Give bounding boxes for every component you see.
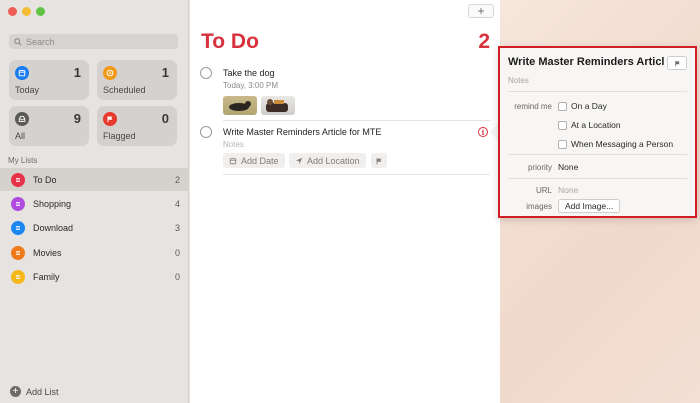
images-label: images [526,202,552,211]
flag-icon [376,157,382,164]
on-a-day-checkbox[interactable]: On a Day [558,101,607,111]
page-title: To Do [201,30,259,53]
zoom-window-button[interactable] [36,7,45,16]
tray-icon [15,112,29,126]
option-label: At a Location [571,120,621,130]
list-name: Shopping [33,198,72,209]
reminder-due-date: Today, 3:00 PM [223,81,278,90]
sidebar: Search 1 Today 1 Scheduled 9 All 0 Flagg… [0,0,189,403]
add-date-label: Add Date [241,155,279,166]
calendar-icon [229,157,237,164]
smart-list-flagged[interactable]: 0 Flagged [97,106,177,146]
list-item-movies[interactable]: Movies 0 [0,241,188,264]
flagged-count: 0 [161,111,169,126]
plus-icon: + [10,386,21,397]
window-controls [8,7,45,16]
reminder-title[interactable]: Take the dog [223,68,275,78]
remind-me-label: remind me [514,102,552,111]
plus-icon: + [477,4,485,18]
my-lists-heading: My Lists [8,156,38,165]
add-date-button[interactable]: Add Date [223,153,285,168]
clock-icon [103,66,117,80]
add-location-label: Add Location [307,155,360,166]
reminder-details-popover: Write Master Reminders Article for MTE N… [498,46,697,218]
list-item-family[interactable]: Family 0 [0,265,188,288]
list-count: 2 [174,174,180,185]
add-location-button[interactable]: Add Location [289,153,366,168]
attached-image-dog-2[interactable] [261,96,295,115]
list-bullet-icon [11,172,25,187]
smart-list-today[interactable]: 1 Today [9,60,89,100]
flagged-label: Flagged [103,131,136,141]
info-icon[interactable]: i [478,127,488,137]
url-field[interactable]: None [558,185,578,195]
list-count: 0 [174,247,180,258]
list-bullet-icon [11,220,25,235]
search-icon [14,37,22,46]
scheduled-count: 1 [161,65,169,80]
checkbox-box[interactable] [558,120,567,130]
checkbox-box[interactable] [558,101,567,111]
all-count: 9 [73,111,81,126]
search-input[interactable]: Search [9,34,178,49]
row-divider [223,120,490,121]
divider [508,154,687,155]
popover-title[interactable]: Write Master Reminders Article for MTE [508,56,664,68]
location-arrow-icon [295,157,303,164]
flag-button[interactable] [371,153,387,168]
scheduled-label: Scheduled [103,85,146,95]
priority-select[interactable]: None [558,162,578,172]
list-item-todo[interactable]: To Do 2 [0,168,188,191]
option-label: When Messaging a Person [571,139,674,149]
list-count: 4 [174,198,180,209]
list-name: To Do [33,174,57,185]
list-name: Download [33,222,74,233]
all-label: All [15,131,26,141]
today-label: Today [15,85,40,95]
row-divider [223,174,490,175]
notes-field[interactable]: Notes [508,76,529,85]
calendar-icon [15,66,29,80]
add-list-button[interactable]: + Add List [10,386,59,397]
list-count: 0 [174,271,180,282]
url-label: URL [535,186,552,195]
flag-toggle-button[interactable] [667,56,687,70]
list-bullet-icon [11,245,25,260]
list-item-download[interactable]: Download 3 [0,216,188,239]
when-messaging-checkbox[interactable]: When Messaging a Person [558,139,673,149]
list-bullet-icon [11,269,25,284]
main-pane: + To Do 2 Take the dog Today, 3:00 PM Wr… [190,0,500,403]
option-label: On a Day [571,101,607,111]
today-count: 1 [73,65,81,80]
popover-arrow [489,124,498,140]
minimize-window-button[interactable] [22,7,31,16]
close-window-button[interactable] [8,7,17,16]
divider [508,91,687,92]
smart-list-all[interactable]: 9 All [9,106,89,146]
list-name: Family [33,271,60,282]
priority-label: priority [527,163,552,172]
list-name: Movies [33,247,62,258]
list-item-shopping[interactable]: Shopping 4 [0,192,188,215]
list-count: 3 [174,222,180,233]
divider [508,178,687,179]
at-a-location-checkbox[interactable]: At a Location [558,120,621,130]
reminder-count: 2 [478,30,490,53]
smart-list-scheduled[interactable]: 1 Scheduled [97,60,177,100]
add-image-button[interactable]: Add Image... [558,199,621,213]
flag-icon [674,60,680,66]
list-bullet-icon [11,196,25,211]
add-reminder-button[interactable]: + [468,4,494,18]
reminder-notes[interactable]: Notes [223,140,244,149]
checkbox-box[interactable] [558,139,567,149]
add-list-label: Add List [26,386,59,397]
complete-checkbox[interactable] [200,126,212,138]
reminder-title[interactable]: Write Master Reminders Article for MTE [223,127,381,137]
attached-image-dog[interactable] [223,96,257,115]
complete-checkbox[interactable] [200,67,212,79]
search-placeholder: Search [26,36,55,47]
flag-icon [103,112,117,126]
